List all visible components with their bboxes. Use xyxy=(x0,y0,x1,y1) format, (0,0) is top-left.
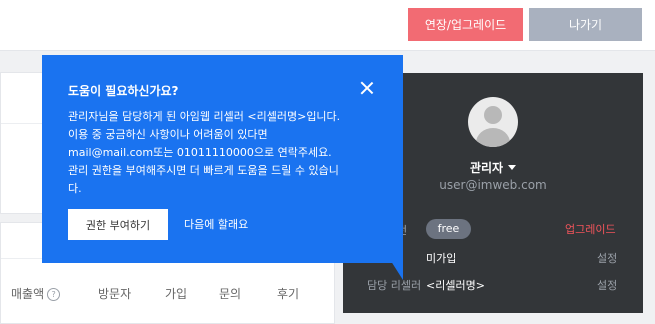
popover-title: 도움이 필요하신가요? xyxy=(68,84,179,98)
popover-message-line: 이용 중 궁금하신 사항이나 어려움이 있다면 xyxy=(68,128,268,141)
reseller-setting-link[interactable]: 설정 xyxy=(597,277,617,293)
top-bar: 연장/업그레이드 나가기 xyxy=(0,0,655,51)
membership-setting-link[interactable]: 설정 xyxy=(597,250,617,266)
caret-down-icon xyxy=(508,165,517,170)
column-header-visitors: 방문자 xyxy=(98,287,132,301)
later-link[interactable]: 다음에 할래요 xyxy=(184,216,248,232)
avatar-body xyxy=(476,128,510,147)
avatar xyxy=(468,97,518,147)
membership-status: 미가입 xyxy=(426,252,457,265)
upgrade-button[interactable]: 연장/업그레이드 xyxy=(408,8,523,41)
column-header-reviews: 후기 xyxy=(277,287,300,301)
upgrade-link[interactable]: 업그레이드 xyxy=(565,221,616,237)
popover-pointer xyxy=(389,258,403,280)
close-icon[interactable] xyxy=(360,81,374,95)
exit-button[interactable]: 나가기 xyxy=(529,8,642,41)
popover-message-line: 관리 권한을 부여해주시면 더 빠르게 도움을 드릴 수 있습니 xyxy=(68,164,339,177)
grant-permission-button[interactable]: 권한 부여하기 xyxy=(68,209,168,240)
column-header-inquiries: 문의 xyxy=(219,287,242,301)
column-header-signups: 가입 xyxy=(165,287,188,301)
popover-message-line: 다. xyxy=(68,182,82,195)
reseller-name: <리셀러명> xyxy=(426,279,485,292)
plan-badge: free xyxy=(426,219,471,239)
column-header-sales: 매출액? xyxy=(11,285,61,302)
help-icon[interactable]: ? xyxy=(47,288,61,301)
avatar-head xyxy=(484,106,502,124)
admin-name: 관리자 xyxy=(469,161,504,175)
popover-message-line: mail@mail.com또는 01011110000으로 연락주세요. xyxy=(68,146,332,159)
help-popover: 도움이 필요하신가요? 관리자님을 담당하게 된 아임웹 리셀러 <리셀러명>입… xyxy=(42,55,403,263)
popover-message-line: 관리자님을 담당하게 된 아임웹 리셀러 <리셀러명>입니다. xyxy=(68,110,341,123)
